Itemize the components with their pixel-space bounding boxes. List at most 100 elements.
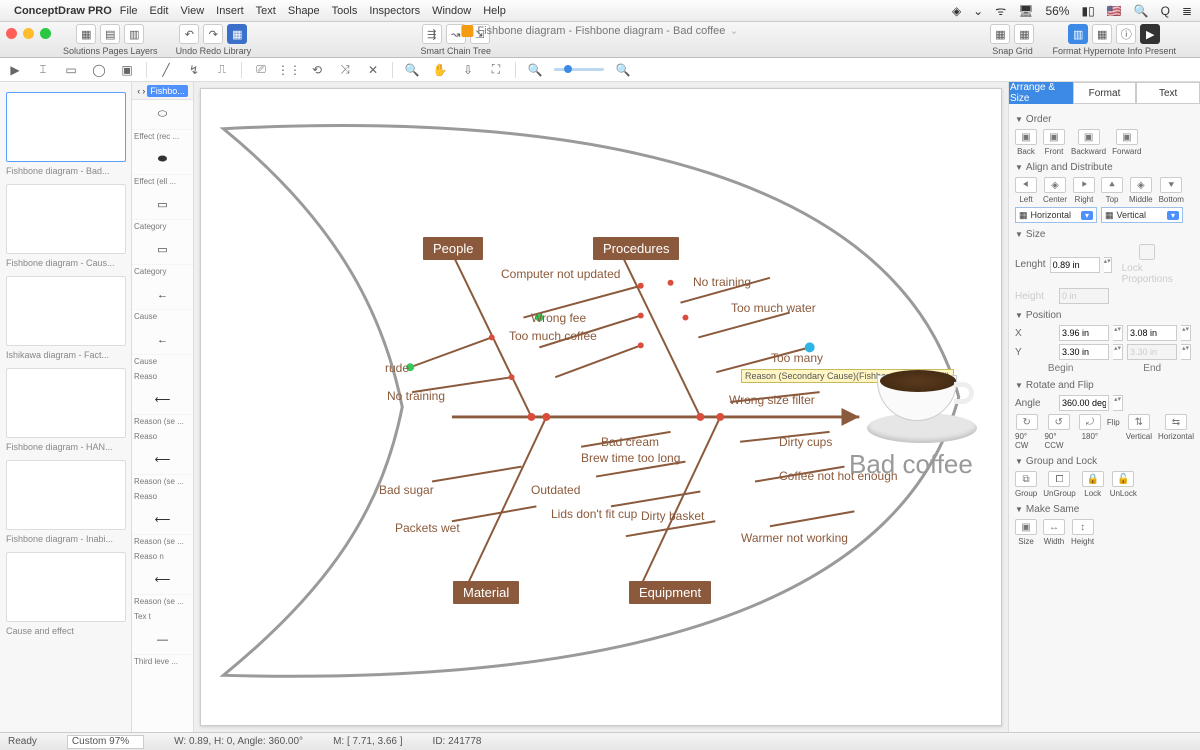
- cause-text[interactable]: No training: [387, 389, 445, 403]
- drawing-canvas[interactable]: People Procedures Material Equipment rud…: [200, 88, 1002, 726]
- align-left-button[interactable]: ⯇: [1015, 177, 1037, 193]
- stencil-header[interactable]: ‹ › Fishbo...: [132, 82, 193, 100]
- menu-tools[interactable]: Tools: [332, 5, 358, 17]
- section-order[interactable]: Order: [1015, 114, 1194, 125]
- page-thumbnail[interactable]: [6, 460, 126, 530]
- cause-text[interactable]: Too much coffee: [509, 329, 597, 343]
- category-people[interactable]: People: [423, 237, 483, 260]
- group-button[interactable]: ⧉: [1015, 471, 1037, 487]
- distribute-h-dropdown[interactable]: ▦ Horizontal▾: [1015, 207, 1097, 223]
- stencil-item[interactable]: ⟵: [132, 565, 193, 595]
- category-material[interactable]: Material: [453, 581, 519, 604]
- page-thumbnail[interactable]: [6, 276, 126, 346]
- cause-text[interactable]: Dirty cups: [779, 435, 832, 449]
- flip-v-button[interactable]: ⇅: [1128, 414, 1150, 430]
- same-width-button[interactable]: ↔: [1043, 519, 1065, 535]
- order-forward-button[interactable]: ▣: [1116, 129, 1138, 145]
- page-thumbnail[interactable]: [6, 184, 126, 254]
- spotlight-icon[interactable]: 🔍: [1134, 4, 1149, 18]
- present-button[interactable]: ▶: [1140, 24, 1160, 44]
- section-position[interactable]: Position: [1015, 310, 1194, 321]
- rotate-ccw-button[interactable]: ↺: [1048, 414, 1070, 430]
- zoom-dropdown[interactable]: Custom 97%: [67, 735, 144, 749]
- y-input[interactable]: [1059, 344, 1109, 360]
- snap-button[interactable]: ▦: [990, 24, 1010, 44]
- menu-view[interactable]: View: [181, 5, 205, 17]
- wifi-icon[interactable]: ᯤ: [995, 2, 1006, 19]
- text-tool[interactable]: ⌶: [34, 61, 52, 79]
- section-size[interactable]: Size: [1015, 229, 1194, 240]
- nav-prev-icon[interactable]: ‹: [137, 86, 140, 96]
- align-top-button[interactable]: ⯅: [1101, 177, 1123, 193]
- grid-button[interactable]: ▦: [1014, 24, 1034, 44]
- stencil-item[interactable]: ←: [132, 280, 193, 310]
- section-rotate[interactable]: Rotate and Flip: [1015, 380, 1194, 391]
- cause-text[interactable]: Bad sugar: [379, 483, 434, 497]
- effect-label[interactable]: Bad coffee: [849, 449, 973, 480]
- menu-file[interactable]: File: [120, 5, 138, 17]
- order-backward-button[interactable]: ▣: [1078, 129, 1100, 145]
- x2-input[interactable]: [1127, 325, 1177, 341]
- stencil-item[interactable]: ←: [132, 325, 193, 355]
- fit-tool[interactable]: ⛶: [487, 61, 505, 79]
- shape-tool[interactable]: ▣: [118, 61, 136, 79]
- order-back-button[interactable]: ▣: [1015, 129, 1037, 145]
- siri-icon[interactable]: Q: [1161, 4, 1170, 18]
- stencil-item[interactable]: —: [132, 625, 193, 655]
- section-align[interactable]: Align and Distribute: [1015, 162, 1194, 173]
- cause-text[interactable]: Bad cream: [601, 435, 659, 449]
- cause-text[interactable]: Lids don't fit cup: [551, 507, 637, 521]
- nav-next-icon[interactable]: ›: [142, 86, 145, 96]
- length-input[interactable]: [1050, 257, 1100, 273]
- cause-text[interactable]: Outdated: [531, 483, 580, 497]
- more-tool[interactable]: ✕: [364, 61, 382, 79]
- ungroup-button[interactable]: ⧠: [1048, 471, 1070, 487]
- x-input[interactable]: [1059, 325, 1109, 341]
- stencil-tab[interactable]: Fishbo...: [147, 85, 188, 97]
- stepper[interactable]: ▴▾: [1181, 344, 1191, 360]
- page-thumbnail[interactable]: [6, 552, 126, 622]
- page-thumbnail[interactable]: [6, 92, 126, 162]
- pages-button[interactable]: ▤: [100, 24, 120, 44]
- page-thumbnail[interactable]: [6, 368, 126, 438]
- align-tool[interactable]: ⎚: [252, 61, 270, 79]
- format-button[interactable]: ▥: [1068, 24, 1088, 44]
- document-title[interactable]: Fishbone diagram - Fishbone diagram - Ba…: [461, 24, 738, 37]
- tab-text[interactable]: Text: [1136, 82, 1200, 104]
- align-bottom-button[interactable]: ⯆: [1160, 177, 1182, 193]
- align-center-button[interactable]: ◈: [1044, 177, 1066, 193]
- zoom-in[interactable]: 🔍: [614, 61, 632, 79]
- pan-tool[interactable]: ✋: [431, 61, 449, 79]
- stencil-item[interactable]: ⟵: [132, 505, 193, 535]
- battery-icon[interactable]: ▮▯: [1081, 4, 1094, 18]
- category-procedures[interactable]: Procedures: [593, 237, 679, 260]
- stencil-item[interactable]: ▭: [132, 235, 193, 265]
- same-height-button[interactable]: ↕: [1072, 519, 1094, 535]
- stencil-item[interactable]: ⟵: [132, 385, 193, 415]
- library-button[interactable]: ▦: [227, 24, 247, 44]
- connector2-tool[interactable]: ⎍: [213, 61, 231, 79]
- cause-text[interactable]: Wrong fee: [531, 311, 586, 325]
- cause-text[interactable]: Too many: [771, 351, 823, 365]
- menu-shape[interactable]: Shape: [288, 5, 320, 17]
- zoom-tool[interactable]: 🔍: [403, 61, 421, 79]
- cause-text[interactable]: Wrong size filter: [729, 393, 815, 407]
- rotate-180-button[interactable]: ⤾: [1079, 414, 1101, 430]
- menu-inspectors[interactable]: Inspectors: [369, 5, 420, 17]
- cause-text[interactable]: No training: [693, 275, 751, 289]
- menu-insert[interactable]: Insert: [216, 5, 244, 17]
- ellipse-tool[interactable]: ◯: [90, 61, 108, 79]
- rotate-cw-button[interactable]: ↻: [1016, 414, 1038, 430]
- undo-button[interactable]: ↶: [179, 24, 199, 44]
- flip-tool[interactable]: ⤨: [336, 61, 354, 79]
- close-button[interactable]: [6, 28, 17, 39]
- cause-text[interactable]: Packets wet: [395, 521, 460, 535]
- smart-button[interactable]: ⇶: [422, 24, 442, 44]
- section-makesame[interactable]: Make Same: [1015, 504, 1194, 515]
- display-icon[interactable]: 🖥: [1018, 4, 1033, 18]
- connector-tool[interactable]: ↯: [185, 61, 203, 79]
- layers-button[interactable]: ▥: [124, 24, 144, 44]
- maximize-button[interactable]: [40, 28, 51, 39]
- same-size-button[interactable]: ▣: [1015, 519, 1037, 535]
- menu-text[interactable]: Text: [256, 5, 276, 17]
